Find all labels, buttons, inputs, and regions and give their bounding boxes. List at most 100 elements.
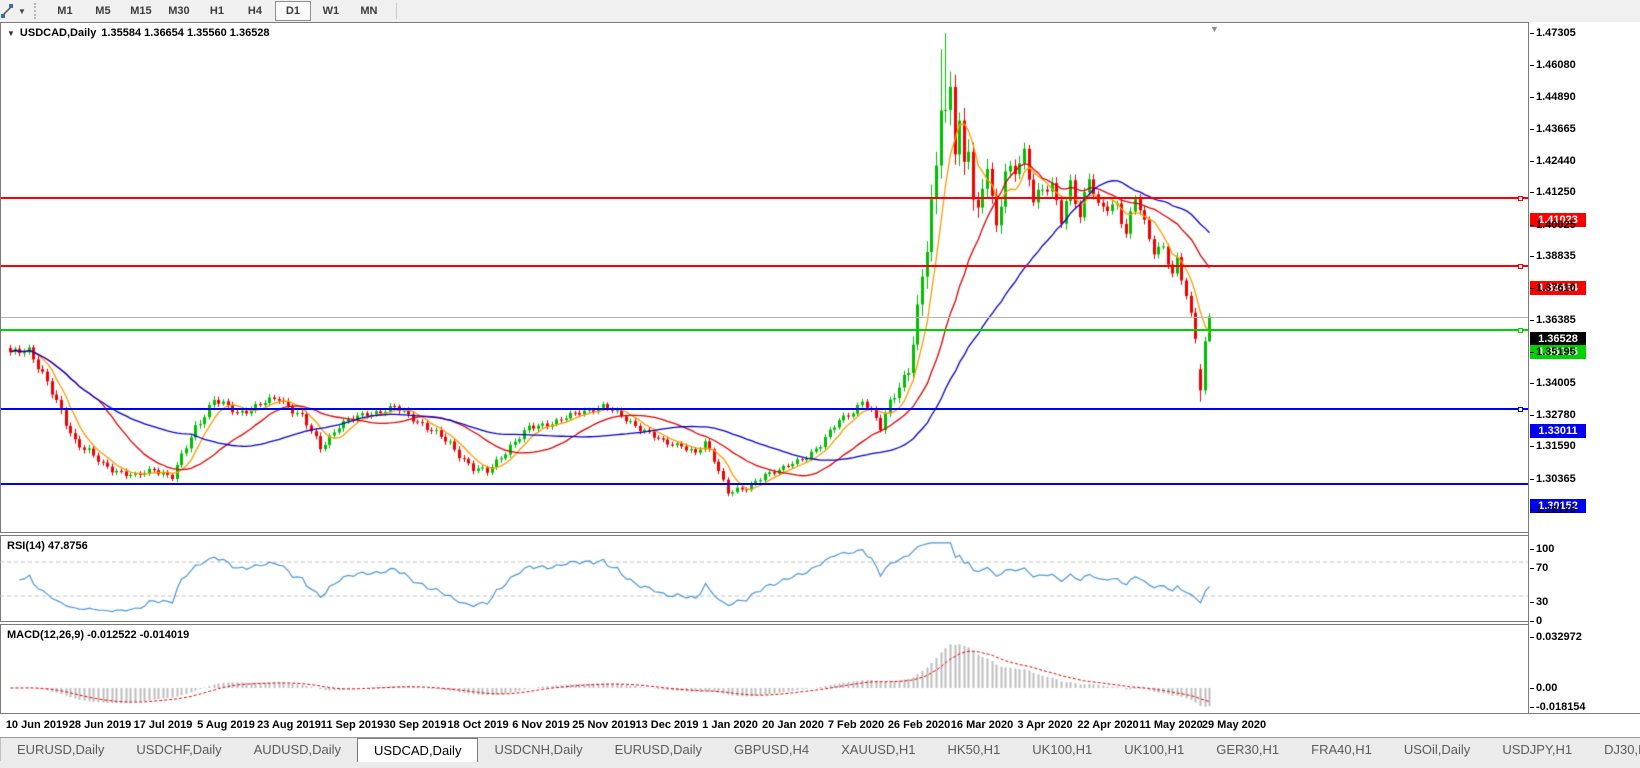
price-tick-label: 1.47305 — [1530, 26, 1576, 39]
chart-tab-gbpusd-h4[interactable]: GBPUSD,H4 — [718, 738, 825, 761]
chart-tab-dj30-daily[interactable]: DJ30,Daily — [1588, 738, 1640, 761]
toolbar-separator — [395, 3, 397, 19]
price-tick-label: 1.31590 — [1530, 440, 1576, 453]
chart-tab-usoil-daily[interactable]: USOil,Daily — [1388, 738, 1486, 761]
chart-title-caret-icon[interactable]: ▼ — [7, 29, 15, 38]
chevron-down-icon: ▼ — [18, 6, 26, 16]
support-line-handle[interactable] — [1518, 328, 1523, 333]
price-tick-label: 1.46080 — [1530, 59, 1576, 72]
chart-tab-usdchf-daily[interactable]: USDCHF,Daily — [120, 738, 237, 761]
axis-border — [1528, 22, 1529, 713]
date-tick-label: 22 Apr 2020 — [1077, 719, 1139, 731]
price-tick-label: 1.37610 — [1530, 282, 1576, 295]
date-tick-label: 23 Aug 2019 — [257, 719, 321, 731]
date-tick-label: 30 Sep 2019 — [383, 719, 447, 731]
date-tick-label: 10 Jun 2019 — [5, 719, 69, 731]
chart-ohlc-values: 1.35584 1.36654 1.35560 1.36528 — [101, 27, 270, 39]
support-line[interactable] — [1, 329, 1528, 331]
chart-tab-usdcad-daily[interactable]: USDCAD,Daily — [357, 738, 479, 762]
date-tick-label: 6 Nov 2019 — [512, 719, 570, 731]
timeframe-button-m1[interactable]: M1 — [47, 1, 83, 21]
macd-tick-label: -0.018154 — [1530, 701, 1586, 713]
macd-tick-label: 0.032972 — [1530, 631, 1582, 643]
chart-symbol-label: USDCAD,Daily — [19, 27, 97, 39]
date-tick-label: 28 Jun 2019 — [68, 719, 132, 731]
chart-tab-eurusd-daily[interactable]: EURUSD,Daily — [1, 738, 120, 761]
date-tick-label: 16 Mar 2020 — [950, 719, 1014, 731]
trading-platform-window: ▼ M1 M5 M15 M30 H1 H4 D1 W1 MN ▼ USDCAD,Daily 1.… — [0, 0, 1640, 768]
chart-tab-hk50-h1[interactable]: HK50,H1 — [932, 738, 1017, 761]
resistance-line[interactable] — [1, 197, 1528, 199]
level-price-label: 1.33011 — [1530, 424, 1586, 438]
crosshair-tool-icon — [1, 4, 13, 18]
support-line[interactable] — [1, 483, 1528, 485]
timeframe-button-h4[interactable]: H4 — [237, 1, 273, 21]
date-tick-label: 18 Oct 2019 — [447, 719, 509, 731]
chart-tab-uk100-h1[interactable]: UK100,H1 — [1108, 738, 1200, 761]
date-axis[interactable]: 10 Jun 2019 28 Jun 2019 17 Jul 2019 5 Aug 2… — [0, 714, 1640, 737]
price-axis[interactable]: 1.41023 1.38464 1.36528 1.36015 1.33011 1.301… — [1529, 22, 1640, 713]
support-line[interactable] — [1, 408, 1528, 410]
date-tick-label: 13 Dec 2019 — [635, 719, 699, 731]
price-tick-label: 1.41250 — [1530, 186, 1576, 199]
chart-shift-marker-icon[interactable]: ▼ — [1210, 24, 1219, 34]
date-tick-label: 7 Feb 2020 — [827, 719, 885, 731]
price-tick-label: 1.36385 — [1530, 314, 1576, 327]
price-tick-label: 1.42440 — [1530, 154, 1576, 167]
macd-label: MACD(12,26,9) -0.012522 -0.014019 — [7, 629, 190, 641]
timeframe-button-h1[interactable]: H1 — [199, 1, 235, 21]
timeframe-button-m30[interactable]: M30 — [161, 1, 197, 21]
price-tick-label: 1.32780 — [1530, 409, 1576, 422]
date-tick-label: 3 Apr 2020 — [1017, 719, 1073, 731]
price-tick-label: 1.30365 — [1530, 472, 1576, 485]
rsi-tick-label: 70 — [1529, 561, 1549, 574]
toolbar-grip[interactable] — [33, 3, 40, 19]
rsi-tick-label: 0 — [1529, 615, 1543, 627]
cursor-tool-button[interactable]: ▼ — [0, 0, 32, 22]
support-line-handle[interactable] — [1518, 407, 1523, 412]
date-tick-label: 11 May 2020 — [1139, 719, 1203, 731]
timeframe-button-d1[interactable]: D1 — [274, 1, 311, 21]
macd-indicator-canvas[interactable] — [0, 625, 1528, 713]
rsi-indicator-canvas[interactable] — [0, 536, 1528, 621]
chart-tab-audusd-daily[interactable]: AUDUSD,Daily — [238, 738, 357, 761]
rsi-tick-label: 100 — [1529, 543, 1555, 555]
chart-tab-bar: EURUSD,Daily USDCHF,Daily AUDUSD,Daily USDC… — [0, 737, 1640, 768]
timeframe-button-m15[interactable]: M15 — [123, 1, 159, 21]
chart-tab-eurusd-daily[interactable]: EURUSD,Daily — [599, 738, 718, 761]
resistance-line-handle[interactable] — [1518, 264, 1523, 269]
rsi-tick-label: 30 — [1529, 595, 1549, 608]
date-tick-label: 5 Aug 2019 — [197, 719, 255, 731]
date-tick-label: 26 Feb 2020 — [887, 719, 951, 731]
date-tick-label: 11 Sep 2019 — [320, 719, 384, 731]
chart-tab-fra40-h1[interactable]: FRA40,H1 — [1295, 738, 1388, 761]
date-tick-label: 29 May 2020 — [1201, 719, 1267, 731]
timeframe-button-mn[interactable]: MN — [351, 1, 387, 21]
resistance-line[interactable] — [1, 265, 1528, 267]
price-tick-label: 1.44890 — [1530, 90, 1576, 103]
date-tick-label: 1 Jan 2020 — [702, 719, 758, 731]
timeframe-buttons: M1 M5 M15 M30 H1 H4 D1 W1 MN — [46, 1, 388, 21]
chart-tab-uk100-h1[interactable]: UK100,H1 — [1016, 738, 1108, 761]
price-tick-label: 1.43665 — [1530, 122, 1576, 135]
chart-tab-xauusd-h1[interactable]: XAUUSD,H1 — [825, 738, 931, 761]
rsi-label: RSI(14) 47.8756 — [7, 540, 88, 552]
price-tick-label: 1.38835 — [1530, 249, 1576, 262]
date-tick-label: 17 Jul 2019 — [133, 719, 193, 731]
price-tick-label: 1.35195 — [1530, 345, 1576, 358]
timeframe-button-m5[interactable]: M5 — [85, 1, 121, 21]
chart-title: ▼ USDCAD,Daily 1.35584 1.36654 1.35560 1… — [7, 27, 270, 39]
date-tick-label: 25 Nov 2019 — [572, 719, 636, 731]
resistance-line-handle[interactable] — [1518, 196, 1523, 201]
timeframe-button-w1[interactable]: W1 — [313, 1, 349, 21]
bid-price-label: 1.36528 — [1530, 332, 1586, 346]
price-tick-label: 1.40025 — [1530, 218, 1576, 231]
price-tick-label: 1.34005 — [1530, 376, 1576, 389]
chart-tab-usdcnh-daily[interactable]: USDCNH,Daily — [478, 738, 598, 761]
date-tick-label: 20 Jan 2020 — [762, 719, 824, 731]
price-tick-label: 1.29175 — [1530, 503, 1576, 516]
bid-line[interactable] — [1, 317, 1528, 318]
price-chart-canvas[interactable] — [0, 22, 1528, 532]
chart-tab-ger30-h1[interactable]: GER30,H1 — [1200, 738, 1295, 761]
chart-tab-usdjpy-h1[interactable]: USDJPY,H1 — [1486, 738, 1588, 761]
